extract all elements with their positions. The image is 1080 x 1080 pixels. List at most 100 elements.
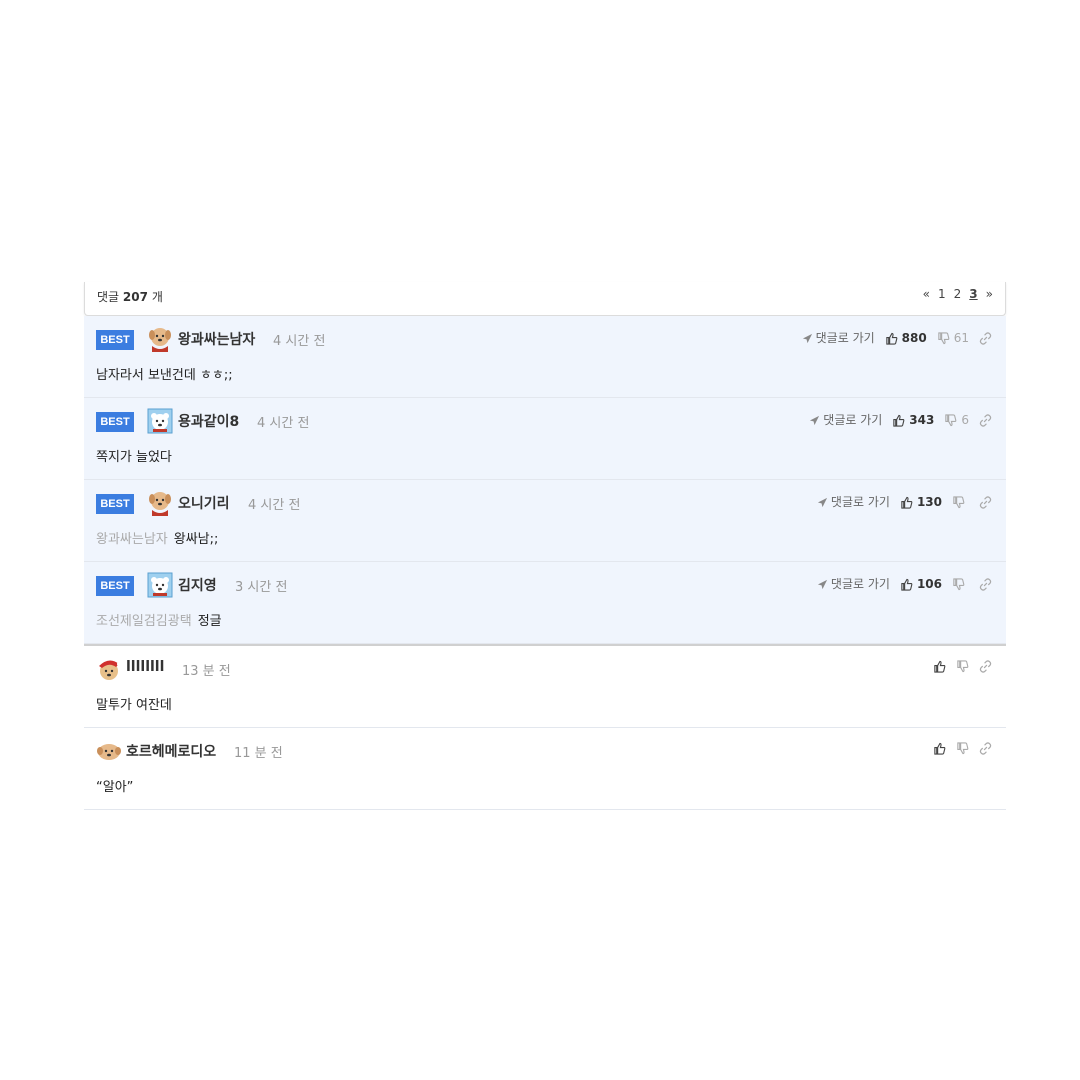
comment: 호르헤메로디오 11 분 전 “알아” (84, 728, 1006, 810)
goto-comment-label: 댓글로 가기 (823, 413, 883, 427)
comment-author[interactable]: 왕과싸는남자 (178, 329, 255, 349)
like-count: 130 (916, 494, 942, 509)
send-icon (817, 495, 828, 509)
comment-author[interactable]: 호르헤메로디오 (126, 741, 216, 761)
goto-comment-button[interactable]: 댓글로 가기 (809, 411, 882, 428)
comment-text: “알아” (96, 780, 134, 795)
pager-prev[interactable]: « (923, 287, 930, 301)
dislike-button[interactable] (956, 659, 969, 673)
comment-actions: 댓글로 가기 343 6 (809, 411, 992, 428)
pager-next[interactable]: » (986, 287, 993, 301)
comment-list: llllllll 13 분 전말투가 여잔데호르헤메로디오 11 분 전 “알아” (84, 646, 1006, 810)
comment-count: 댓글 207 개 (97, 290, 163, 304)
thumbs-down-icon (944, 413, 957, 427)
goto-comment-button[interactable]: 댓글로 가기 (817, 575, 890, 592)
reply-to-user[interactable]: 조선제일검김광택 (96, 614, 192, 629)
best-badge: BEST (96, 576, 134, 596)
comment-time: 13 분 전 (182, 664, 231, 679)
reply-to-user[interactable]: 왕과싸는남자 (96, 532, 168, 547)
goto-comment-label: 댓글로 가기 (815, 331, 875, 345)
link-icon (979, 413, 992, 427)
goto-comment-label: 댓글로 가기 (830, 577, 890, 591)
comment-time: 4 시간 전 (248, 498, 301, 513)
thumbs-down-icon (952, 577, 965, 591)
goto-comment-label: 댓글로 가기 (830, 495, 890, 509)
comment-author[interactable]: 김지영 (178, 575, 217, 595)
comment-body: 말투가 여잔데 (96, 694, 172, 713)
polar-bear-avatar[interactable] (147, 572, 173, 598)
goto-comment-button[interactable]: 댓글로 가기 (802, 329, 875, 346)
link-icon (979, 741, 992, 755)
share-link-button[interactable] (979, 413, 992, 427)
pagination: « 1 2 3 » (923, 287, 993, 301)
puppy-avatar[interactable] (147, 326, 173, 352)
share-link-button[interactable] (979, 331, 992, 345)
best-badge: BEST (96, 412, 134, 432)
dislike-count: 61 (953, 330, 969, 345)
thumbs-down-icon (937, 331, 950, 345)
comment-author[interactable]: llllllll (126, 659, 164, 675)
thumbs-up-icon (892, 413, 905, 427)
like-button[interactable]: 880 (885, 331, 927, 345)
share-link-button[interactable] (979, 495, 992, 509)
comment-body: 쪽지가 늘었다 (96, 446, 172, 465)
thumbs-up-icon (900, 495, 913, 509)
share-link-button[interactable] (979, 577, 992, 591)
comment-author[interactable]: 오니기리 (178, 493, 230, 513)
dislike-count: 6 (961, 412, 969, 427)
send-icon (809, 413, 820, 427)
best-comment: BEST 왕과싸는남자 4 시간 전남자라서 보낸건데 ㅎㅎ;; 댓글로 가기 880 6… (84, 316, 1006, 398)
share-link-button[interactable] (979, 659, 992, 673)
comment-text: 왕싸남;; (173, 532, 219, 547)
thumbs-down-icon (956, 659, 969, 673)
like-button[interactable]: 106 (900, 577, 942, 591)
like-button[interactable] (933, 741, 946, 755)
comment-author[interactable]: 용과같이8 (178, 411, 239, 431)
like-count: 880 (901, 330, 927, 345)
best-comment: BEST 김지영 3 시간 전 조선제일검김광택 정글 댓글로 가기 106 (84, 562, 1006, 644)
comment-body: “알아” (96, 776, 133, 795)
best-badge: BEST (96, 330, 134, 350)
comment-actions (933, 741, 992, 755)
puppy-face-avatar[interactable] (96, 738, 122, 764)
like-button[interactable]: 130 (900, 495, 942, 509)
send-icon (802, 331, 813, 345)
best-comment: BEST 오니기리 4 시간 전왕과싸는남자 왕싸남;; 댓글로 가기 130 (84, 480, 1006, 562)
like-button[interactable]: 343 (892, 413, 934, 427)
comment: llllllll 13 분 전말투가 여잔데 (84, 646, 1006, 728)
dislike-button[interactable]: 61 (937, 331, 969, 345)
goto-comment-button[interactable]: 댓글로 가기 (817, 493, 890, 510)
comment-section: 댓글 207 개 « 1 2 3 » BEST 왕과싸는남자 4 시간 전 남자라서 … (84, 282, 1006, 810)
santa-puppy-avatar[interactable] (96, 656, 122, 682)
comment-actions (933, 659, 992, 673)
like-button[interactable] (933, 659, 946, 673)
comment-header: 댓글 207 개 « 1 2 3 » (84, 282, 1006, 316)
best-badge: BEST (96, 494, 134, 514)
thumbs-up-icon (885, 331, 898, 345)
dislike-button[interactable] (952, 495, 969, 509)
pager-page-3[interactable]: 3 (969, 287, 977, 301)
comment-text: 남자라서 보낸건데 ㅎㅎ;; (96, 368, 233, 383)
dislike-button[interactable] (956, 741, 969, 755)
thumbs-down-icon (956, 741, 969, 755)
comment-actions: 댓글로 가기 130 (817, 493, 992, 510)
comment-text: 정글 (197, 614, 222, 629)
link-icon (979, 495, 992, 509)
thumbs-up-icon (933, 659, 946, 673)
like-count: 106 (916, 576, 942, 591)
comment-body: 남자라서 보낸건데 ㅎㅎ;; (96, 364, 233, 383)
share-link-button[interactable] (979, 741, 992, 755)
comment-time: 4 시간 전 (273, 334, 326, 349)
like-count: 343 (909, 412, 935, 427)
best-comment-list: BEST 왕과싸는남자 4 시간 전 남자라서 보낸건데 ㅎㅎ;; 댓글로 가기 880 6… (84, 316, 1006, 644)
comment-actions: 댓글로 가기 106 (817, 575, 992, 592)
dislike-button[interactable] (952, 577, 969, 591)
pager-page-2[interactable]: 2 (954, 287, 962, 301)
comment-time: 11 분 전 (234, 746, 283, 761)
polar-bear-avatar[interactable] (147, 408, 173, 434)
pager-page-1[interactable]: 1 (938, 287, 946, 301)
link-icon (979, 659, 992, 673)
puppy-avatar[interactable] (147, 490, 173, 516)
thumbs-down-icon (952, 495, 965, 509)
dislike-button[interactable]: 6 (944, 413, 969, 427)
